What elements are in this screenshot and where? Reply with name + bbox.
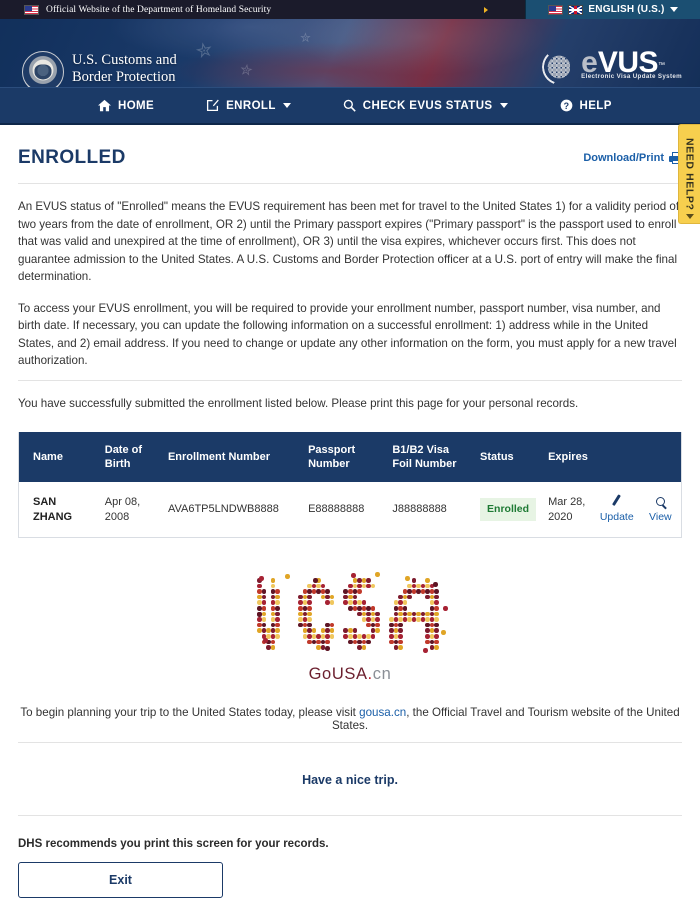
agency-name-line2: Border Protection <box>72 68 176 85</box>
cell-visa-foil-number: J88888888 <box>386 482 475 537</box>
dhs-banner-left: Official Website of the Department of Ho… <box>0 4 525 15</box>
agency-name-line1: U.S. Customs and <box>72 52 177 68</box>
dhs-print-recommendation: DHS recommends you print this screen for… <box>18 838 329 850</box>
evus-wordmark: eVUS™ Electronic Visa Update System <box>581 48 682 81</box>
dhs-seal-icon <box>22 51 64 87</box>
cell-status: Enrolled <box>474 482 543 537</box>
us-flag-icon <box>548 4 564 15</box>
dhs-banner-text: Official Website of the Department of Ho… <box>46 4 272 15</box>
download-print-label: Download/Print <box>583 152 664 164</box>
evus-logo[interactable]: eVUS™ Electronic Visa Update System <box>542 48 682 85</box>
table-header-row: Name Date of Birth Enrollment Number Pas… <box>19 432 681 482</box>
search-icon <box>343 99 356 112</box>
gousa-note: To begin planning your trip to the Unite… <box>18 706 682 732</box>
home-icon <box>98 99 111 112</box>
globe-grid-icon <box>542 49 579 85</box>
table-body: SAN ZHANG Apr 08, 2008 AVA6TP5LNDWB8888 … <box>19 482 681 537</box>
enrollment-table-wrapper: Name Date of Birth Enrollment Number Pas… <box>18 432 682 538</box>
star-decoration-icon: ✮ <box>300 30 311 45</box>
magnifier-icon <box>646 494 675 509</box>
chevron-down-icon <box>669 7 678 12</box>
cell-name: SAN ZHANG <box>19 482 99 537</box>
page-title: ENROLLED <box>18 147 126 168</box>
update-action-label: Update <box>599 511 634 523</box>
nav-item-home[interactable]: HOME <box>98 99 154 112</box>
footer-divider <box>18 815 682 816</box>
main-navigation: HOME ENROLL CHECK EVUS STATUS ? HELP <box>0 87 700 123</box>
question-circle-icon: ? <box>560 99 573 112</box>
nav-item-help-label: HELP <box>579 99 612 112</box>
column-header-status: Status <box>474 432 543 482</box>
need-help-tab-label: NEED HELP? <box>683 137 696 211</box>
nav-item-enroll[interactable]: ENROLL <box>206 99 291 112</box>
download-print-link[interactable]: Download/Print <box>583 152 682 164</box>
nav-item-enroll-label: ENROLL <box>226 99 276 112</box>
have-a-nice-trip-link[interactable]: Have a nice trip. <box>18 773 682 787</box>
chevron-down-icon <box>282 103 291 108</box>
paragraph-enrolled-definition: An EVUS status of "Enrolled" means the E… <box>18 200 680 283</box>
column-header-enrollment-number: Enrollment Number <box>161 432 303 482</box>
nav-item-check-evus-status[interactable]: CHECK EVUS STATUS <box>343 99 508 112</box>
view-action-button[interactable]: View <box>639 482 681 537</box>
paragraph-access-info: To access your EVUS enrollment, you will… <box>18 301 677 368</box>
evus-logo-subtitle: Electronic Visa Update System <box>581 73 682 80</box>
us-flag-icon <box>24 4 39 15</box>
language-selector[interactable]: ENGLISH (U.S.) <box>525 0 700 19</box>
gousa-wordmark-suffix: cn <box>372 665 392 683</box>
column-header-view <box>639 432 681 482</box>
enrollment-table: Name Date of Birth Enrollment Number Pas… <box>19 432 681 537</box>
column-header-passport-number: Passport Number <box>302 432 387 482</box>
uk-flag-icon <box>568 4 584 15</box>
status-badge: Enrolled <box>480 498 537 521</box>
page-content: ENROLLED Download/Print An EVUS status o… <box>0 123 700 898</box>
nav-item-check-evus-status-label: CHECK EVUS STATUS <box>362 99 493 112</box>
cell-date-of-birth: Apr 08, 2008 <box>98 482 162 537</box>
cell-expires: Mar 28, 2020 <box>542 482 594 537</box>
trademark-icon: ™ <box>658 62 666 69</box>
table-head: Name Date of Birth Enrollment Number Pas… <box>19 432 681 482</box>
paragraph-submission-confirmation: You have successfully submitted the enro… <box>18 396 579 410</box>
gousa-logo-block: GoUSA.cn <box>18 572 682 684</box>
gousa-divider <box>18 742 682 743</box>
column-header-expires: Expires <box>542 432 594 482</box>
paragraph-divider <box>18 379 682 381</box>
view-action-label: View <box>649 511 672 523</box>
cell-enrollment-number: AVA6TP5LNDWB8888 <box>161 482 303 537</box>
gousa-wordmark-primary: GoUSA <box>308 665 368 683</box>
column-header-update <box>593 432 640 482</box>
nav-item-help[interactable]: ? HELP <box>560 99 612 112</box>
gousa-wordmark: GoUSA.cn <box>309 665 392 684</box>
agency-name: U.S. Customs and Border Protection <box>72 52 177 85</box>
column-header-dob: Date of Birth <box>98 432 162 482</box>
update-action-button[interactable]: Update <box>593 482 640 537</box>
chevron-down-icon <box>499 103 508 108</box>
column-header-name: Name <box>19 432 99 482</box>
nav-item-home-label: HOME <box>118 99 155 112</box>
star-decoration-icon: ✮ <box>193 38 215 64</box>
svg-text:?: ? <box>563 101 569 111</box>
gousa-link[interactable]: gousa.cn <box>359 706 406 719</box>
column-header-visa-foil-number: B1/B2 Visa Foil Number <box>386 432 475 482</box>
language-selector-label: ENGLISH (U.S.) <box>588 4 665 15</box>
title-divider <box>18 183 682 184</box>
cell-passport-number: E88888888 <box>302 482 387 537</box>
star-decoration-icon: ✮ <box>238 61 254 80</box>
table-row: SAN ZHANG Apr 08, 2008 AVA6TP5LNDWB8888 … <box>19 482 681 537</box>
exit-button[interactable]: Exit <box>18 862 223 898</box>
dhs-official-banner: Official Website of the Department of Ho… <box>0 0 700 19</box>
banner-arrow-icon <box>484 7 488 13</box>
site-masthead: ✮ ✮ ✮ U.S. Customs and Border Protection… <box>0 19 700 87</box>
page-title-row: ENROLLED Download/Print <box>18 123 682 173</box>
gousa-note-before: To begin planning your trip to the Unite… <box>20 706 360 719</box>
usa-dot-matrix-logo <box>255 572 448 657</box>
chevron-down-icon <box>685 214 694 219</box>
edit-square-icon <box>206 99 219 112</box>
need-help-tab[interactable]: NEED HELP? <box>678 124 700 224</box>
pencil-icon <box>600 494 634 509</box>
